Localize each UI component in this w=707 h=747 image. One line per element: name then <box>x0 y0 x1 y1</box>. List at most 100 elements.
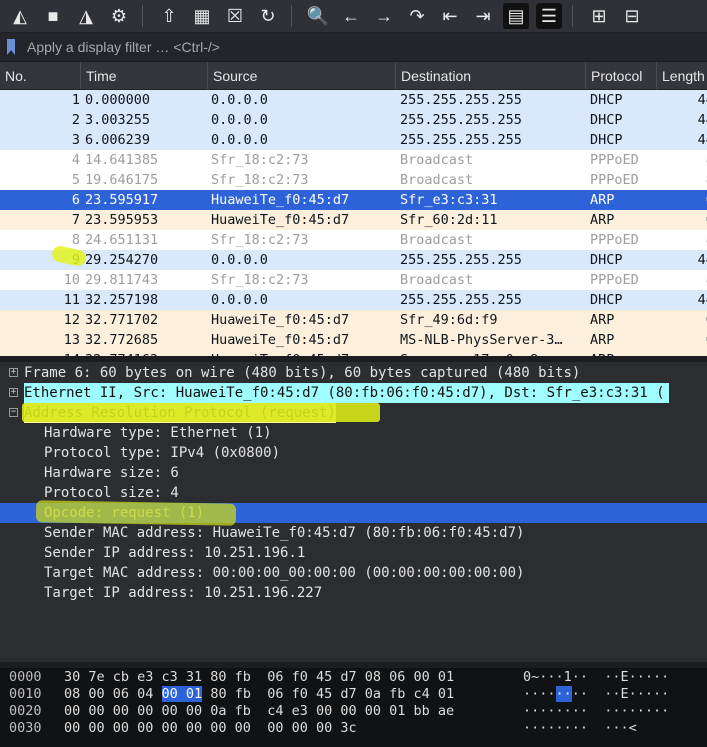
packet-list-header: No. Time Source Destination Protocol Len… <box>0 62 707 90</box>
packet-cell-no: 1 <box>71 92 80 108</box>
packet-cell-time: 29.811743 <box>85 272 159 288</box>
display-filter-input[interactable] <box>25 38 629 56</box>
ascii-group: ········ ········ <box>523 703 670 719</box>
packet-cell-time: 14.641385 <box>85 152 159 168</box>
colorize-icon[interactable]: ☰ <box>536 3 562 29</box>
packet-cell-dst: MS-NLB-PhysServer-3… <box>400 332 563 348</box>
packet-cell-src: 0.0.0.0 <box>211 92 268 108</box>
packet-cell-src: HuaweiTe_f0:45:d7 <box>211 192 350 208</box>
tree-field[interactable]: Protocol type: IPv4 (0x0800) <box>0 443 707 463</box>
packet-cell-proto: DHCP <box>590 292 623 308</box>
marker-highlight <box>35 500 237 526</box>
first-packet-icon[interactable]: ⇤ <box>437 3 463 29</box>
restart-fin-icon[interactable]: ◮ <box>73 3 99 29</box>
display-filter-bar <box>0 33 707 62</box>
column-header-protocol[interactable]: Protocol <box>586 62 657 89</box>
packet-row[interactable]: 13 32.772685 HuaweiTe_f0:45:d7 MS-NLB-PhysS… <box>0 330 707 350</box>
hex-offset: 0000 <box>9 669 42 685</box>
tree-field[interactable]: Hardware size: 6 <box>0 463 707 483</box>
packet-row[interactable]: 929.2542700.0.0.0255.255.255.255DHCP445 <box>0 250 707 270</box>
tree-section-header[interactable]: + Frame 6: 60 bytes on wire (480 bits), 6… <box>0 363 707 383</box>
packet-row[interactable]: 3 6.006239 0.0.0.0 255.255.255.255 DHCP 445 <box>0 130 707 150</box>
packet-cell-time: 19.646175 <box>85 172 159 188</box>
packet-cell-dst: 255.255.255.255 <box>400 292 522 308</box>
hex-row[interactable]: 0000 30 7e cb e3 c3 31 80 fb 06 f0 45 d7 … <box>0 669 707 686</box>
hex-byte-group: 00 00 00 00 00 00 00 00 00 00 00 3c <box>64 720 357 736</box>
packet-cell-len: 445 <box>697 292 707 308</box>
packet-cell-proto: DHCP <box>590 252 623 268</box>
ascii-group: ···· <box>523 686 556 702</box>
packet-cell-time: 3.003255 <box>85 112 151 128</box>
hex-ascii: ········ ··E····· <box>523 686 669 703</box>
find-packet-icon[interactable]: 🔍 <box>305 3 331 29</box>
reload-file-icon[interactable]: ↻ <box>255 3 281 29</box>
tree-field[interactable]: Sender MAC address: HuaweiTe_f0:45:d7 (8… <box>0 523 707 543</box>
hex-row[interactable]: 0030 00 00 00 00 00 00 00 00 00 00 00 3c ·… <box>0 720 707 737</box>
packet-cell-proto: DHCP <box>590 112 623 128</box>
last-packet-icon[interactable]: ⇥ <box>470 3 496 29</box>
packet-row[interactable]: 7 23.595953 HuaweiTe_f0:45:d7 Sfr_60:2d:11 A… <box>0 210 707 230</box>
close-file-icon[interactable]: ☒ <box>222 3 248 29</box>
packet-cell-time: 23.595953 <box>85 212 159 228</box>
save-file-icon[interactable]: ▦ <box>189 3 215 29</box>
packet-cell-dst: Broadcast <box>400 172 474 188</box>
expand-icon[interactable]: + <box>9 388 18 397</box>
go-back-icon[interactable]: ← <box>338 3 364 29</box>
column-header-source[interactable]: Source <box>208 62 396 89</box>
packet-cell-time: 24.651131 <box>85 232 159 248</box>
hex-row[interactable]: 0020 00 00 00 00 00 00 0a fb c4 e3 00 00 … <box>0 703 707 720</box>
packet-cell-len: 60 <box>662 330 707 350</box>
hex-row[interactable]: 0010 08 00 06 04 00 01 80 fb 06 f0 45 d7 … <box>0 686 707 703</box>
packet-row[interactable]: 6 23.595917 HuaweiTe_f0:45:d7 Sfr_e3:c3:31 A… <box>0 190 707 210</box>
column-header-length[interactable]: Length <box>657 62 707 89</box>
go-to-packet-icon[interactable]: ↷ <box>404 3 430 29</box>
packet-cell-src: Sfr_18:c2:73 <box>211 172 309 188</box>
expand-icon[interactable]: + <box>9 368 18 377</box>
packet-row[interactable]: 5 19.646175 Sfr_18:c2:73 Broadcast PPPoED 82 <box>0 170 707 190</box>
packet-cell-src: 0.0.0.0 <box>211 112 268 128</box>
toolbar-separator <box>291 5 292 27</box>
packet-row[interactable]: 1 0.000000 0.0.0.0 255.255.255.255 DHCP 445 <box>0 90 707 110</box>
column-header-time[interactable]: Time <box>81 62 208 89</box>
packet-cell-dst: 255.255.255.255 <box>400 92 522 108</box>
collapse-icon[interactable]: − <box>9 408 18 417</box>
packet-row[interactable]: 2 3.003255 0.0.0.0 255.255.255.255 DHCP 445 <box>0 110 707 130</box>
tree-field[interactable]: Target IP address: 10.251.196.227 <box>0 583 707 603</box>
packet-cell-time: 6.006239 <box>85 132 151 148</box>
open-file-icon[interactable]: ⇧ <box>156 3 182 29</box>
packet-row[interactable]: 11 32.257198 0.0.0.0 255.255.255.255 DHCP 445 <box>0 290 707 310</box>
packet-cell-time: 0.000000 <box>85 92 151 108</box>
packet-row[interactable]: 10 29.811743 Sfr_18:c2:73 Broadcast PPPoED 82 <box>0 270 707 290</box>
packet-cell-no: 2 <box>71 112 80 128</box>
ascii-selected: ·· <box>555 686 572 702</box>
packet-row[interactable]: 12 32.771702 HuaweiTe_f0:45:d7 Sfr_49:6d:f9… <box>0 310 707 330</box>
packet-row[interactable]: 4 14.641385 Sfr_18:c2:73 Broadcast PPPoED 82 <box>0 150 707 170</box>
tree-field[interactable]: Protocol size: 4 <box>0 483 707 503</box>
tree-field[interactable]: Target MAC address: 00:00:00_00:00:00 (0… <box>0 563 707 583</box>
packet-cell-no: 11 <box>63 292 80 308</box>
autoscroll-icon[interactable]: ▤ <box>503 3 529 29</box>
hex-bytes: 08 00 06 04 00 01 80 fb 06 f0 45 d7 0a f… <box>64 686 454 703</box>
hex-offset: 0020 <box>9 703 42 719</box>
go-forward-icon[interactable]: → <box>371 3 397 29</box>
main-toolbar: ◭ ■ ◮ ⚙ ⇧ ▦ ☒ ↻ 🔍 ← → ↷ ⇤ ⇥ ▤ ☰ ⊞ ⊟ <box>0 0 707 33</box>
tree-field[interactable]: Sender IP address: 10.251.196.1 <box>0 543 707 563</box>
toolbar-separator <box>572 5 573 27</box>
packet-cell-len: 60 <box>662 310 707 330</box>
packet-row[interactable]: 824.651131Sfr_18:c2:73BroadcastPPPoED82 <box>0 230 707 250</box>
tree-label: Frame 6: 60 bytes on wire (480 bits), 60… <box>24 365 581 381</box>
packet-cell-proto: PPPoED <box>590 232 639 248</box>
packet-cell-no: 6 <box>71 192 80 208</box>
tree-section-header[interactable]: + Ethernet II, Src: HuaweiTe_f0:45:d7 (80… <box>0 383 707 403</box>
zoom-out-icon[interactable]: ⊟ <box>619 3 645 29</box>
column-header-no[interactable]: No. <box>0 62 81 89</box>
tree-label: Hardware type: Ethernet (1) <box>44 425 272 441</box>
column-header-destination[interactable]: Destination <box>396 62 586 89</box>
stop-square-icon[interactable]: ■ <box>40 3 66 29</box>
packet-cell-proto: PPPoED <box>590 272 639 288</box>
tree-field[interactable]: Hardware type: Ethernet (1) <box>0 423 707 443</box>
capture-options-gear-icon[interactable]: ⚙ <box>106 3 132 29</box>
zoom-in-icon[interactable]: ⊞ <box>586 3 612 29</box>
filter-bookmark-icon[interactable] <box>7 39 15 55</box>
shark-fin-start-icon[interactable]: ◭ <box>7 3 33 29</box>
